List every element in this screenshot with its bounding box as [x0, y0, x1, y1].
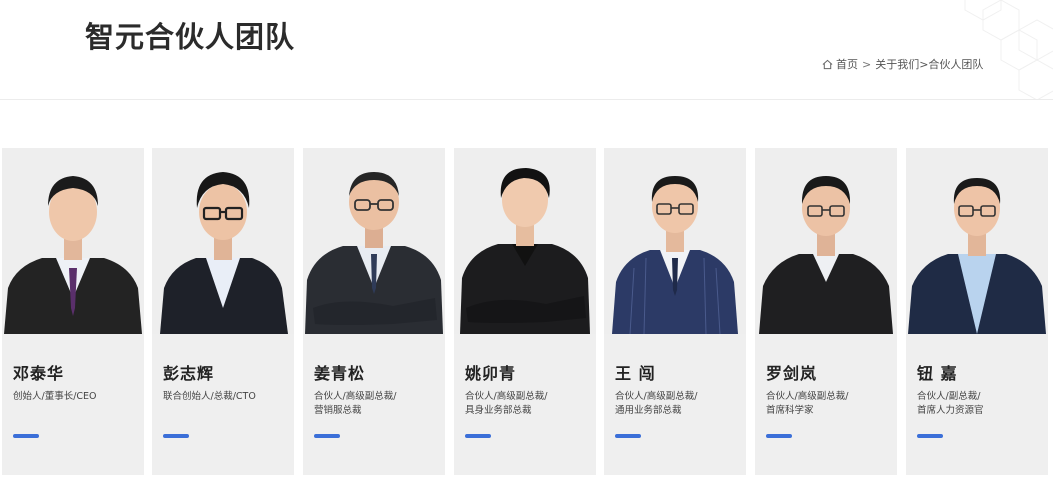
- accent-bar: [917, 434, 943, 438]
- member-role-line: 合伙人/高级副总裁/: [465, 391, 548, 402]
- member-role: 合伙人/高级副总裁/ 具身业务部总裁: [465, 390, 590, 418]
- member-name: 王 闯: [615, 364, 656, 383]
- team-member-card[interactable]: 彭志辉 联合创始人/总裁/CTO: [152, 148, 294, 475]
- member-role-line: 联合创始人/总裁/CTO: [163, 391, 256, 402]
- member-photo: [755, 148, 897, 334]
- team-grid: 邓泰华 创始人/董事长/CEO 彭志辉 联合创始人/总裁/CTO 姜青松 合伙人…: [2, 148, 1053, 475]
- team-member-card[interactable]: 钮 嘉 合伙人/副总裁/ 首席人力资源官: [906, 148, 1048, 475]
- member-role: 联合创始人/总裁/CTO: [163, 390, 288, 404]
- member-photo: [152, 148, 294, 334]
- member-name: 邓泰华: [13, 364, 65, 383]
- member-name: 钮 嘉: [917, 364, 958, 383]
- page-header: 智元合伙人团队 首页 > 关于我们 >合伙人团队: [0, 0, 1053, 100]
- team-member-card[interactable]: 姜青松 合伙人/高级副总裁/ 营销服总裁: [303, 148, 445, 475]
- accent-bar: [465, 434, 491, 438]
- member-photo: [2, 148, 144, 334]
- member-photo: [906, 148, 1048, 334]
- member-role-line: 首席人力资源官: [917, 405, 984, 416]
- member-name: 彭志辉: [163, 364, 215, 383]
- member-role-line: 合伙人/高级副总裁/: [314, 391, 397, 402]
- member-role-line: 合伙人/高级副总裁/: [766, 391, 849, 402]
- member-role-line: 通用业务部总裁: [615, 405, 682, 416]
- team-member-card[interactable]: 姚卯青 合伙人/高级副总裁/ 具身业务部总裁: [454, 148, 596, 475]
- team-member-card[interactable]: 王 闯 合伙人/高级副总裁/ 通用业务部总裁: [604, 148, 746, 475]
- accent-bar: [615, 434, 641, 438]
- member-role-line: 合伙人/副总裁/: [917, 391, 981, 402]
- member-photo: [604, 148, 746, 334]
- member-photo: [303, 148, 445, 334]
- member-role: 合伙人/高级副总裁/ 营销服总裁: [314, 390, 439, 418]
- member-role-line: 合伙人/高级副总裁/: [615, 391, 698, 402]
- page-title: 智元合伙人团队: [85, 20, 296, 54]
- member-name: 姜青松: [314, 364, 366, 383]
- hexagon-pattern-decoration: [964, 0, 1053, 99]
- breadcrumb-separator: >: [862, 57, 872, 71]
- member-role-line: 首席科学家: [766, 405, 814, 416]
- member-role: 合伙人/副总裁/ 首席人力资源官: [917, 390, 1042, 418]
- team-member-card[interactable]: 邓泰华 创始人/董事长/CEO: [2, 148, 144, 475]
- accent-bar: [766, 434, 792, 438]
- member-name: 姚卯青: [465, 364, 517, 383]
- breadcrumb-home-link[interactable]: 首页: [836, 56, 858, 72]
- breadcrumb: 首页 > 关于我们 >合伙人团队: [822, 56, 983, 72]
- member-photo: [454, 148, 596, 334]
- member-name: 罗剑岚: [766, 364, 818, 383]
- member-role: 合伙人/高级副总裁/ 首席科学家: [766, 390, 891, 418]
- member-role-line: 具身业务部总裁: [465, 405, 532, 416]
- member-role: 创始人/董事长/CEO: [13, 390, 138, 404]
- accent-bar: [13, 434, 39, 438]
- member-role-line: 创始人/董事长/CEO: [13, 391, 97, 402]
- accent-bar: [314, 434, 340, 438]
- accent-bar: [163, 434, 189, 438]
- team-member-card[interactable]: 罗剑岚 合伙人/高级副总裁/ 首席科学家: [755, 148, 897, 475]
- breadcrumb-current: >合伙人团队: [919, 58, 984, 71]
- breadcrumb-about-link[interactable]: 关于我们: [875, 56, 919, 72]
- member-role: 合伙人/高级副总裁/ 通用业务部总裁: [615, 390, 740, 418]
- home-icon: [822, 59, 833, 69]
- member-role-line: 营销服总裁: [314, 405, 362, 416]
